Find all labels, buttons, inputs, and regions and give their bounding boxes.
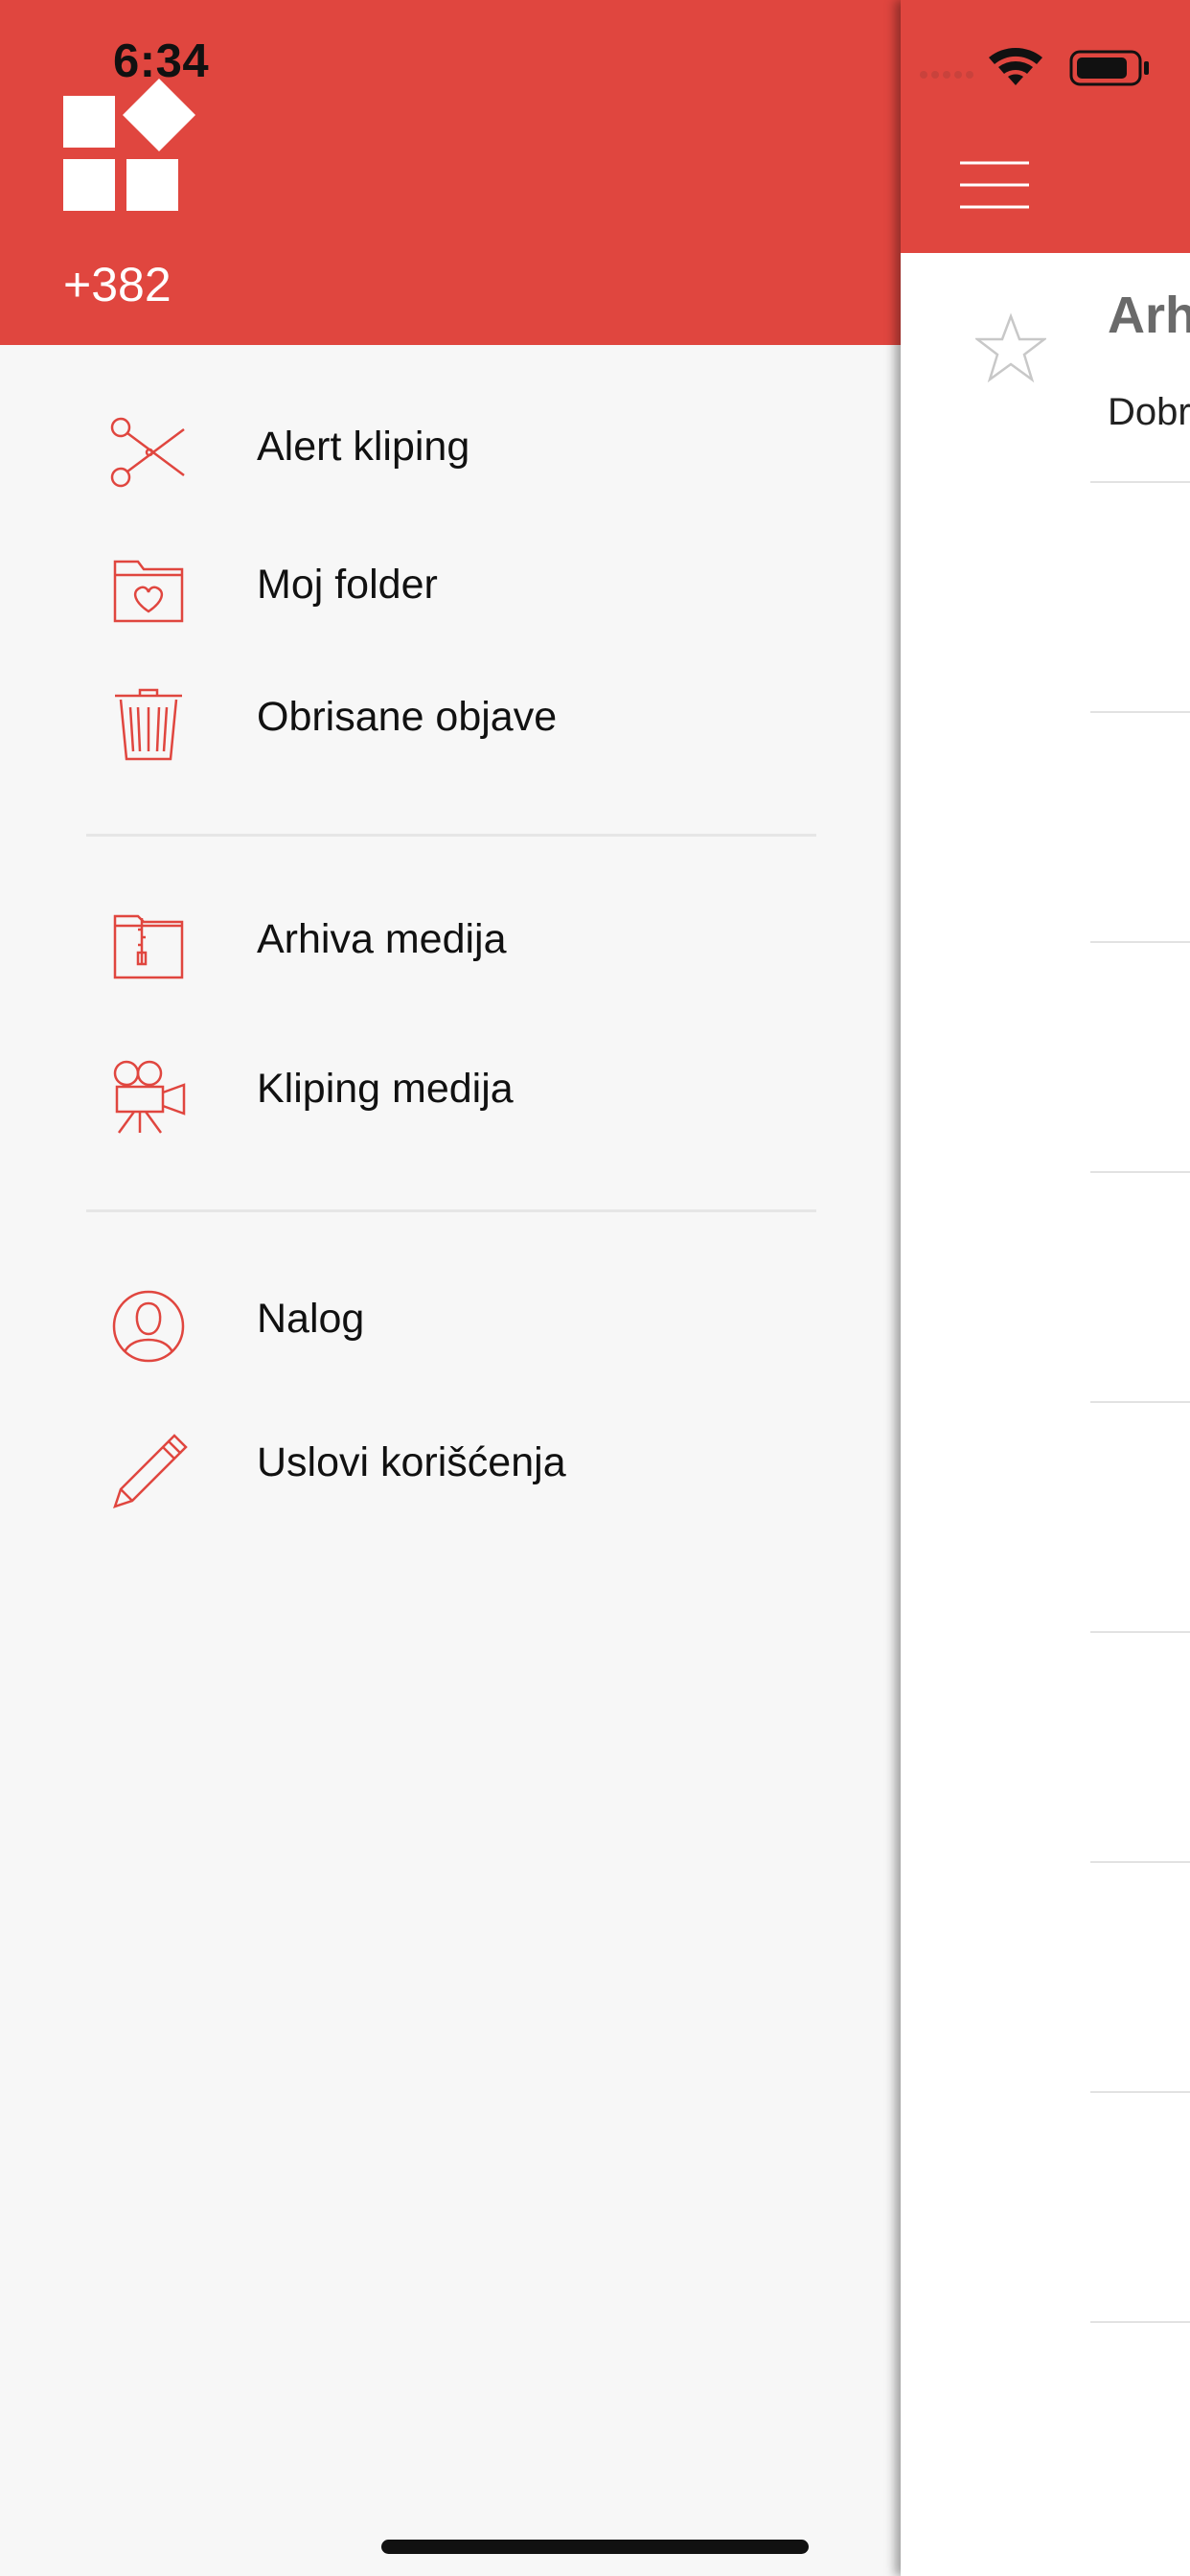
menu-label: Nalog: [257, 1296, 365, 1342]
menu-item-kliping-medija[interactable]: Kliping medija: [0, 1039, 901, 1144]
list-separator: [1090, 941, 1190, 943]
list-separator: [1090, 1631, 1190, 1633]
menu-label: Moj folder: [257, 562, 438, 608]
menu-label: Obrisane objave: [257, 694, 558, 740]
video-camera-icon: [113, 1060, 186, 1134]
side-drawer: +382 6:34 Alert kliping Moj folder Obris…: [0, 0, 901, 2576]
menu-label: Alert kliping: [257, 424, 470, 470]
status-icons: [920, 47, 1149, 86]
menu-divider: [86, 1209, 816, 1212]
archive-folder-icon: [113, 914, 184, 979]
menu-label: Uslovi korišćenja: [257, 1439, 566, 1485]
scissors-icon: [110, 417, 185, 488]
list-separator: [1090, 2091, 1190, 2093]
wifi-icon: [989, 47, 1042, 85]
home-indicator: [381, 2540, 809, 2554]
main-header: [901, 0, 1190, 253]
hamburger-menu-icon[interactable]: [960, 159, 1029, 211]
battery-icon: [1069, 50, 1149, 86]
list-separator: [1090, 1171, 1190, 1173]
list-item-title: Arh: [1108, 287, 1190, 344]
menu-item-moj-folder[interactable]: Moj folder: [0, 535, 901, 640]
list-separator: [1090, 481, 1190, 483]
list-separator: [1090, 1861, 1190, 1863]
main-content: Arh Dobr: [901, 0, 1190, 2576]
menu-item-alert-kliping[interactable]: Alert kliping: [0, 397, 901, 502]
menu-item-nalog[interactable]: Nalog: [0, 1269, 901, 1374]
menu-item-obrisane-objave[interactable]: Obrisane objave: [0, 667, 901, 772]
list-separator: [1090, 1401, 1190, 1403]
menu-item-uslovi-koriscenja[interactable]: Uslovi korišćenja: [0, 1413, 901, 1518]
app-logo-icon: [63, 79, 195, 211]
signal-icon: [920, 71, 973, 79]
menu-item-arhiva-medija[interactable]: Arhiva medija: [0, 889, 901, 995]
menu-divider: [86, 834, 816, 837]
list-separator: [1090, 2321, 1190, 2323]
trash-icon: [115, 688, 182, 761]
pen-icon: [113, 1434, 188, 1508]
list-item-subtitle: Dobr: [1108, 391, 1190, 433]
favorite-star-icon[interactable]: [975, 312, 1046, 383]
list-separator: [1090, 711, 1190, 713]
menu-label: Kliping medija: [257, 1066, 514, 1112]
folder-heart-icon: [113, 560, 184, 623]
status-time: 6:34: [113, 35, 210, 87]
user-icon: [112, 1290, 185, 1363]
menu-label: Arhiva medija: [257, 916, 507, 962]
phone-number: +382: [63, 258, 172, 311]
